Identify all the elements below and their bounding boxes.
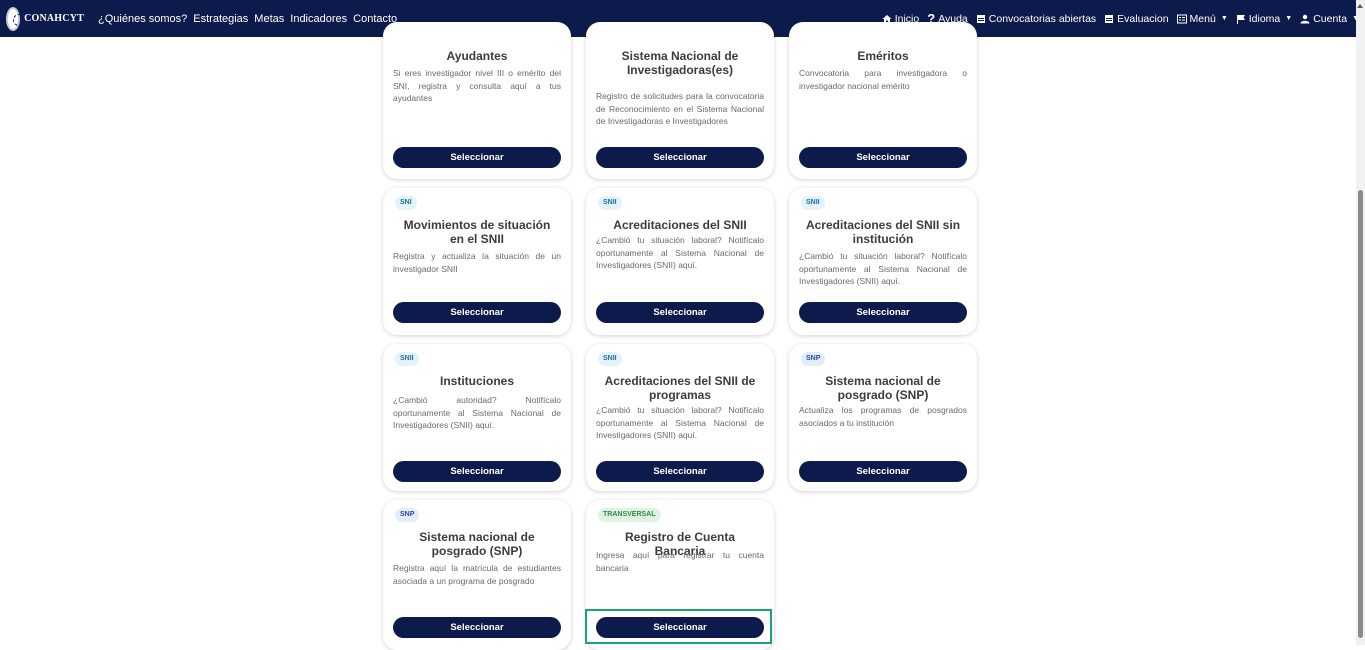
nav-idioma-label: Idioma [1248,12,1281,25]
flag-icon [1236,14,1245,24]
card-title: Acreditaciones del SNII sin institución [805,218,961,246]
card-snp-programas: SNP Sistema nacional de posgrado (SNP) A… [789,344,977,491]
card-title: Instituciones [439,374,514,388]
select-button[interactable]: Seleccionar [799,147,967,168]
nav-cuenta-dropdown[interactable]: Cuenta ▼ [1300,13,1359,25]
nav-menu-label: Menú [1189,12,1216,25]
nav-link-metas[interactable]: Metas [254,13,284,25]
user-icon [1300,14,1310,23]
card-description: ¿Cambió tu situación laboral? Notifícalo… [799,251,967,286]
select-button[interactable]: Seleccionar [393,461,561,482]
card-description: Convocatoria para investigadora o invest… [799,68,967,91]
select-button[interactable]: Seleccionar [596,147,764,168]
nav-link-estrategias[interactable]: Estrategias [193,13,248,25]
card-description: Ingresa aquí para registrar tu cuenta ba… [596,550,764,573]
card-description: Registro de solicitudes para la convocat… [596,91,764,126]
nav-convocatorias[interactable]: Convocatorias abiertas [976,13,1096,25]
category-badge: SNII [395,352,419,366]
card-sistema-nacional-investigadoras: Sistema Nacional de Investigadoras(es) R… [586,22,774,179]
card-instituciones: SNII Instituciones ¿Cambió autoridad? No… [383,344,571,491]
card-title: Ayudantes [446,49,508,63]
card-emeritos: Eméritos Convocatoria para investigadora… [789,22,977,179]
nav-convocatorias-label: Convocatorias abiertas [988,12,1097,25]
select-button[interactable]: Seleccionar [393,302,561,323]
nav-menu-dropdown[interactable]: Menú ▼ [1176,12,1228,25]
scroll-up-arrow-icon[interactable] [1357,4,1363,8]
form-icon [1105,14,1114,23]
category-badge: SNI [395,196,417,210]
card-description: Actualiza los programas de posgrados aso… [799,405,967,428]
select-button[interactable]: Seleccionar [596,617,764,638]
card-description: Registra y actualiza la situación de un … [393,251,561,274]
nav-idioma-dropdown[interactable]: Idioma ▼ [1236,13,1292,25]
card-description: ¿Cambió tu situación laboral? Notifícalo… [596,405,764,440]
card-registro-cuenta-bancaria: TRANSVERSAL Registro de Cuenta Bancaria … [586,500,774,650]
card-title: Acreditaciones del SNII de programas [604,374,756,402]
seal-icon [6,6,26,31]
select-button[interactable]: Seleccionar [393,617,561,638]
card-description: Registra aquí la matrícula de estudiante… [393,563,561,586]
card-movimientos-situacion: SNI Movimientos de situación en el SNII … [383,188,571,335]
card-title: Sistema Nacional de Investigadoras(es) [621,49,739,77]
card-description: Si eres investigador nivel III o emérito… [393,68,561,103]
scrollbar-thumb[interactable] [1358,190,1363,638]
nav-link-indicadores[interactable]: Indicadores [290,13,347,25]
card-acreditaciones-snii-programas: SNII Acreditaciones del SNII de programa… [586,344,774,491]
card-snp-matricula: SNP Sistema nacional de posgrado (SNP) R… [383,500,571,650]
card-acreditaciones-snii: SNII Acreditaciones del SNII ¿Cambió tu … [586,188,774,335]
card-title: Sistema nacional de posgrado (SNP) [419,530,535,558]
nav-evaluacion[interactable]: Evaluacion [1104,12,1169,25]
card-title: Eméritos [857,49,909,63]
category-badge: SNII [598,352,622,366]
chevron-down-icon: ▼ [1285,15,1293,22]
nav-evaluacion-label: Evaluacion [1117,12,1169,25]
card-title: Acreditaciones del SNII [613,218,747,232]
scrollbar[interactable] [1356,0,1365,645]
brand-name: CONAHCYT [24,13,84,24]
main-nav: ¿Quiénes somos? Estrategias Metas Indica… [98,13,397,25]
nav-cuenta-label: Cuenta [1313,12,1348,25]
category-badge: SNP [801,352,826,366]
nav-link-quienes-somos[interactable]: ¿Quiénes somos? [98,13,187,25]
chevron-down-icon: ▼ [1220,15,1228,22]
select-button[interactable]: Seleccionar [596,302,764,323]
card-description: ¿Cambió tu situación laboral? Notifícalo… [596,235,764,270]
select-button[interactable]: Seleccionar [596,461,764,482]
card-description: ¿Cambió autoridad? Notifícalo oportuname… [393,395,561,430]
menu-grid-icon [1176,14,1187,23]
card-title: Movimientos de situación en el SNII [403,218,551,246]
category-badge: SNII [801,196,825,210]
category-badge: TRANSVERSAL [598,508,661,522]
card-title: Sistema nacional de posgrado (SNP) [825,374,941,402]
select-button[interactable]: Seleccionar [799,461,967,482]
card-ayudantes: Ayudantes Si eres investigador nivel III… [383,22,571,179]
card-acreditaciones-snii-sin-institucion: SNII Acreditaciones del SNII sin institu… [789,188,977,335]
form-icon [976,14,985,23]
category-badge: SNII [598,196,622,210]
conahcyt-logo[interactable]: CONAHCYT [6,6,84,31]
select-button[interactable]: Seleccionar [393,147,561,168]
select-button[interactable]: Seleccionar [799,302,967,323]
category-badge: SNP [395,508,420,522]
